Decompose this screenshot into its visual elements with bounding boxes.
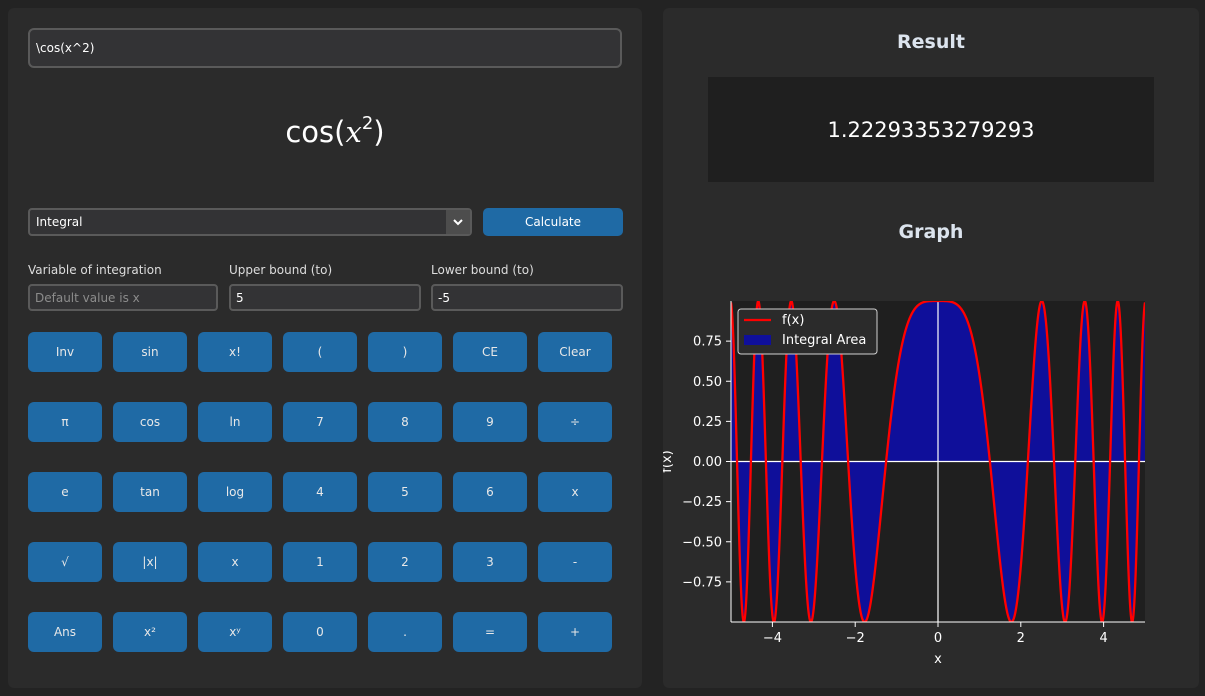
key-equals[interactable]: = bbox=[453, 612, 527, 652]
operation-selected: Integral bbox=[36, 215, 83, 229]
legend-label-area: Integral Area bbox=[782, 333, 866, 348]
function-graph: −4 −2 0 2 4 −0.75 −0.50 −0.25 0.00 0.25 0.50 0.75 x f… bbox=[663, 301, 1145, 667]
key-close-paren[interactable]: ) bbox=[368, 332, 442, 372]
expression-preview: cos(x2) bbox=[28, 113, 642, 149]
x-tick-label: 4 bbox=[1099, 631, 1107, 646]
key-7[interactable]: 7 bbox=[283, 402, 357, 442]
result-value: 1.22293353279293 bbox=[827, 117, 1035, 142]
preview-variable: x bbox=[345, 115, 362, 149]
operation-select[interactable]: Integral bbox=[28, 208, 472, 236]
key-decimal[interactable]: . bbox=[368, 612, 442, 652]
y-tick-label: 0.25 bbox=[693, 415, 722, 430]
calculator-panel: cos(x2) Integral Calculate Variable of i… bbox=[8, 8, 642, 688]
y-axis-label: f(x) bbox=[663, 450, 675, 472]
key-factorial[interactable]: x! bbox=[198, 332, 272, 372]
key-pi[interactable]: π bbox=[28, 402, 102, 442]
key-variable-x[interactable]: x bbox=[198, 542, 272, 582]
y-tick-label: −0.50 bbox=[682, 535, 722, 550]
result-heading: Result bbox=[897, 31, 965, 53]
expression-input[interactable] bbox=[28, 28, 622, 68]
key-tan[interactable]: tan bbox=[113, 472, 187, 512]
key-sqrt[interactable]: √ bbox=[28, 542, 102, 582]
key-open-paren[interactable]: ( bbox=[283, 332, 357, 372]
graph-heading: Graph bbox=[898, 221, 964, 243]
key-4[interactable]: 4 bbox=[283, 472, 357, 512]
key-add[interactable]: + bbox=[538, 612, 612, 652]
upper-bound-input[interactable] bbox=[229, 284, 421, 311]
key-8[interactable]: 8 bbox=[368, 402, 442, 442]
calculate-button[interactable]: Calculate bbox=[483, 208, 623, 236]
y-tick-label: 0.00 bbox=[693, 455, 722, 470]
x-axis-label: x bbox=[934, 652, 942, 667]
y-tick-label: 0.75 bbox=[693, 335, 722, 350]
x-tick-label: 2 bbox=[1017, 631, 1025, 646]
y-tick-label: −0.75 bbox=[682, 575, 722, 590]
output-panel: Result 1.22293353279293 Graph −4 −2 0 2 4 −0.… bbox=[663, 8, 1199, 688]
key-power[interactable]: xʸ bbox=[198, 612, 272, 652]
key-clear[interactable]: Clear bbox=[538, 332, 612, 372]
chevron-down-icon[interactable] bbox=[446, 210, 470, 234]
key-inv[interactable]: Inv bbox=[28, 332, 102, 372]
key-square[interactable]: x² bbox=[113, 612, 187, 652]
key-3[interactable]: 3 bbox=[453, 542, 527, 582]
variable-label: Variable of integration bbox=[28, 263, 162, 277]
key-abs[interactable]: |x| bbox=[113, 542, 187, 582]
key-ans[interactable]: Ans bbox=[28, 612, 102, 652]
key-log[interactable]: log bbox=[198, 472, 272, 512]
result-display: 1.22293353279293 bbox=[708, 77, 1154, 182]
y-tick-label: 0.50 bbox=[693, 375, 722, 390]
x-tick-label: 0 bbox=[934, 631, 942, 646]
key-ce[interactable]: CE bbox=[453, 332, 527, 372]
legend-fill-swatch bbox=[744, 335, 771, 345]
legend-label-fx: f(x) bbox=[782, 313, 804, 328]
key-cos[interactable]: cos bbox=[113, 402, 187, 442]
y-tick-label: −0.25 bbox=[682, 495, 722, 510]
key-2[interactable]: 2 bbox=[368, 542, 442, 582]
key-subtract[interactable]: - bbox=[538, 542, 612, 582]
lower-bound-label: Lower bound (to) bbox=[431, 263, 534, 277]
key-6[interactable]: 6 bbox=[453, 472, 527, 512]
key-5[interactable]: 5 bbox=[368, 472, 442, 512]
variable-input[interactable] bbox=[28, 284, 218, 311]
key-multiply[interactable]: x bbox=[538, 472, 612, 512]
key-9[interactable]: 9 bbox=[453, 402, 527, 442]
lower-bound-input[interactable] bbox=[431, 284, 623, 311]
key-sin[interactable]: sin bbox=[113, 332, 187, 372]
key-1[interactable]: 1 bbox=[283, 542, 357, 582]
x-tick-label: −2 bbox=[846, 631, 865, 646]
key-0[interactable]: 0 bbox=[283, 612, 357, 652]
upper-bound-label: Upper bound (to) bbox=[229, 263, 333, 277]
preview-exponent: 2 bbox=[361, 113, 374, 134]
preview-function: cos( bbox=[285, 115, 346, 149]
key-ln[interactable]: ln bbox=[198, 402, 272, 442]
x-tick-label: −4 bbox=[763, 631, 782, 646]
preview-close: ) bbox=[373, 115, 385, 149]
key-divide[interactable]: ÷ bbox=[538, 402, 612, 442]
key-e[interactable]: e bbox=[28, 472, 102, 512]
